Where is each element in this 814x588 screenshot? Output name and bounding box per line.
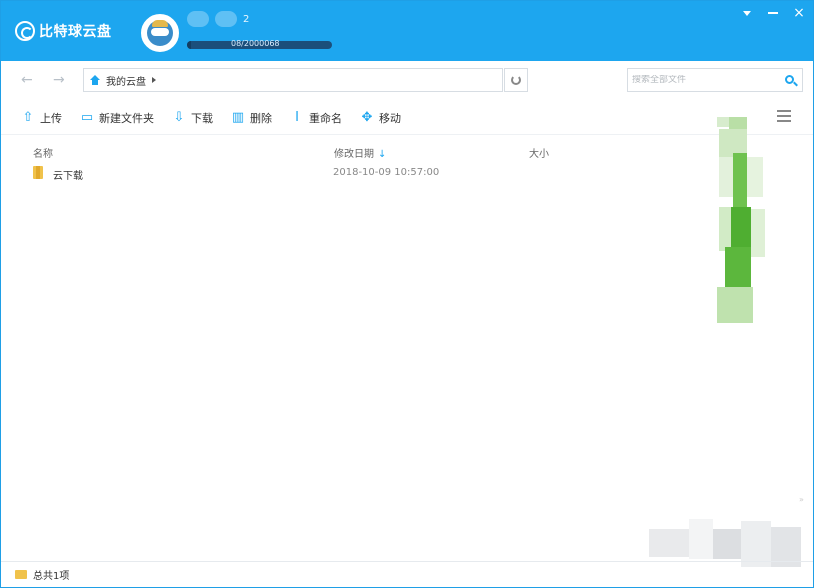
move-button[interactable]: ✥ 移动 (360, 110, 401, 126)
file-list-header: 名称 修改日期 ↓ 大小 (1, 141, 813, 163)
upload-button[interactable]: ⇧ 上传 (21, 110, 62, 126)
blurred-overlay (715, 117, 765, 323)
refresh-icon (511, 75, 521, 85)
delete-button[interactable]: ▥ 删除 (231, 110, 272, 126)
new-folder-label: 新建文件夹 (99, 111, 154, 125)
user-info: 2 (187, 11, 249, 27)
column-size-header[interactable]: 大小 (529, 145, 549, 160)
status-bar: 总共1项 (1, 561, 813, 587)
delete-label: 删除 (250, 111, 272, 125)
column-name-header[interactable]: 名称 (33, 145, 53, 160)
upload-icon: ⇧ (22, 110, 34, 125)
username-blur (215, 11, 237, 27)
folder-outline-icon: ▭ (80, 110, 94, 125)
download-icon: ⇩ (173, 110, 185, 125)
folder-icon (15, 570, 27, 579)
file-modified: 2018-10-09 10:57:00 (333, 167, 440, 178)
avatar-image (147, 20, 173, 46)
chevron-right-icon[interactable] (152, 77, 156, 83)
list-view-icon (777, 110, 791, 112)
folder-icon (33, 166, 43, 179)
back-button[interactable]: ← (21, 72, 33, 88)
home-icon[interactable] (90, 75, 100, 85)
upload-label: 上传 (40, 111, 62, 125)
minimize-button[interactable] (767, 7, 779, 19)
close-button[interactable]: × (793, 5, 805, 21)
minimize-icon (768, 12, 778, 14)
rename-label: 重命名 (309, 111, 342, 125)
column-modified-header[interactable]: 修改日期 ↓ (334, 145, 386, 160)
breadcrumb-root[interactable]: 我的云盘 (106, 73, 146, 88)
chevron-down-icon (743, 10, 751, 16)
text-cursor-icon: I (295, 110, 299, 125)
username-blur (187, 11, 209, 27)
rename-button[interactable]: I 重命名 (290, 110, 342, 126)
list-view-button[interactable] (777, 110, 791, 122)
app-title: 比特球云盘 (39, 24, 112, 40)
breadcrumb: 我的云盘 (83, 68, 503, 92)
item-count: 总共1项 (33, 571, 70, 582)
username: 2 (243, 13, 250, 25)
logo-icon (15, 21, 35, 41)
scroll-indicator[interactable]: » (799, 495, 804, 504)
window-controls: × (741, 5, 805, 21)
move-label: 移动 (379, 111, 401, 125)
quota-text: 08/2000068 (231, 39, 280, 48)
trash-icon: ▥ (231, 110, 245, 125)
app-logo: 比特球云盘 (15, 21, 112, 41)
file-name: 云下载 (53, 171, 83, 182)
sort-desc-icon: ↓ (378, 149, 387, 160)
download-button[interactable]: ⇩ 下载 (172, 110, 213, 126)
close-icon: × (793, 5, 805, 21)
toolbar: ⇧ 上传 ▭ 新建文件夹 ⇩ 下载 ▥ 删除 I 重命名 ✥ 移动 (1, 101, 813, 135)
new-folder-button[interactable]: ▭ 新建文件夹 (80, 110, 154, 126)
menu-dropdown-button[interactable] (741, 7, 753, 19)
column-modified-label: 修改日期 (334, 149, 374, 160)
quota-progress-fill (187, 41, 192, 49)
refresh-button[interactable] (504, 68, 528, 92)
avatar[interactable] (141, 14, 179, 52)
move-icon: ✥ (361, 110, 373, 125)
search-box (627, 68, 803, 92)
app-window: 比特球云盘 2 08/2000068 × ← → 我的云盘 搜索全部文件 ⇧ 上… (0, 0, 814, 588)
address-bar: ← → 我的云盘 (1, 63, 813, 97)
search-input[interactable] (632, 75, 772, 85)
title-bar: 比特球云盘 2 08/2000068 × (1, 1, 813, 61)
download-label: 下载 (191, 111, 213, 125)
forward-button[interactable]: → (53, 72, 65, 88)
search-icon[interactable] (785, 75, 794, 84)
table-row[interactable]: 云下载 2018-10-09 10:57:00 (21, 163, 701, 185)
